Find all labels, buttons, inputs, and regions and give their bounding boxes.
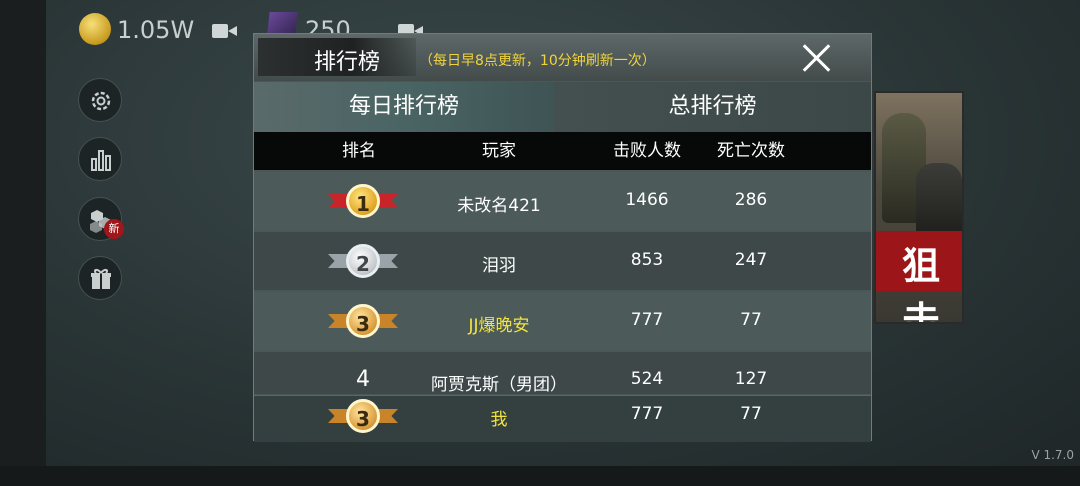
deaths-value: 286 — [734, 190, 768, 210]
coin-icon — [79, 13, 111, 45]
gift-button[interactable] — [78, 256, 122, 300]
kills-value: 777 — [630, 404, 664, 424]
tab-daily[interactable]: 每日排行榜 — [254, 82, 554, 132]
tab-total[interactable]: 总排行榜 — [554, 82, 871, 132]
kills-value: 1466 — [625, 190, 669, 210]
silver-medal-icon: 2 — [328, 244, 398, 278]
event-poster[interactable]: 狙击 — [874, 91, 964, 324]
close-button[interactable] — [796, 38, 836, 76]
column-header-rank: 排名 — [342, 141, 376, 161]
settings-button[interactable] — [78, 78, 122, 122]
new-badge: 新 — [104, 219, 124, 239]
rank-number: 1 — [346, 184, 380, 218]
kills-value: 853 — [630, 250, 664, 270]
gear-icon — [91, 91, 111, 111]
watch-video-coins-icon[interactable] — [212, 22, 238, 40]
player-name: 未改名421 — [457, 196, 541, 216]
deaths-value: 127 — [734, 369, 768, 389]
panel-title: 排行榜 — [314, 50, 381, 75]
version-label: V 1.7.0 — [1031, 448, 1074, 462]
deaths-value: 77 — [740, 404, 762, 424]
deaths-value: 247 — [734, 250, 768, 270]
panel-header: 排行榜 （每日早8点更新，10分钟刷新一次） — [254, 34, 871, 81]
bronze-medal-icon: 3 — [328, 304, 398, 338]
gold-medal-icon: 1 — [328, 184, 398, 218]
column-header-kills: 击败人数 — [613, 141, 681, 161]
leaderboard-panel: 排行榜 （每日早8点更新，10分钟刷新一次） 每日排行榜 总排行榜 排名 玩家 … — [253, 33, 872, 442]
column-header-deaths: 死亡次数 — [717, 141, 785, 161]
column-header-player: 玩家 — [482, 141, 516, 161]
kills-value: 524 — [630, 369, 664, 389]
poster-text: 狙击 — [902, 244, 943, 324]
table-row[interactable]: 1 未改名421 1466 286 — [254, 172, 871, 230]
kills-value: 777 — [630, 310, 664, 330]
rank-number: 4 — [356, 367, 370, 392]
table-row[interactable]: 4 阿贾克斯（男团） 524 127 — [254, 352, 871, 395]
rank-number: 3 — [346, 304, 380, 338]
table-row[interactable]: 3 JJ爆晚安 777 77 — [254, 292, 871, 350]
table-header: 排名 玩家 击败人数 死亡次数 — [254, 132, 871, 170]
deaths-value: 77 — [740, 310, 762, 330]
player-name: JJ爆晚安 — [468, 316, 530, 336]
my-player-name: 我 — [490, 410, 508, 430]
table-row[interactable]: 2 泪羽 853 247 — [254, 232, 871, 290]
tab-bar: 每日排行榜 总排行榜 — [254, 82, 871, 132]
bottom-strip — [0, 466, 1080, 486]
my-rank-row: 3 我 777 77 — [254, 395, 871, 442]
rank-number: 3 — [346, 399, 380, 433]
gift-icon — [91, 269, 111, 289]
coin-value: 1.05W — [117, 16, 195, 44]
player-name: 泪羽 — [482, 256, 516, 276]
bar-chart-icon — [91, 150, 111, 171]
bronze-medal-icon: 3 — [328, 399, 398, 433]
panel-subtitle: （每日早8点更新，10分钟刷新一次） — [419, 53, 656, 69]
rank-number: 2 — [346, 244, 380, 278]
player-name: 阿贾克斯（男团） — [431, 375, 567, 395]
leaderboard-button[interactable] — [78, 137, 122, 181]
